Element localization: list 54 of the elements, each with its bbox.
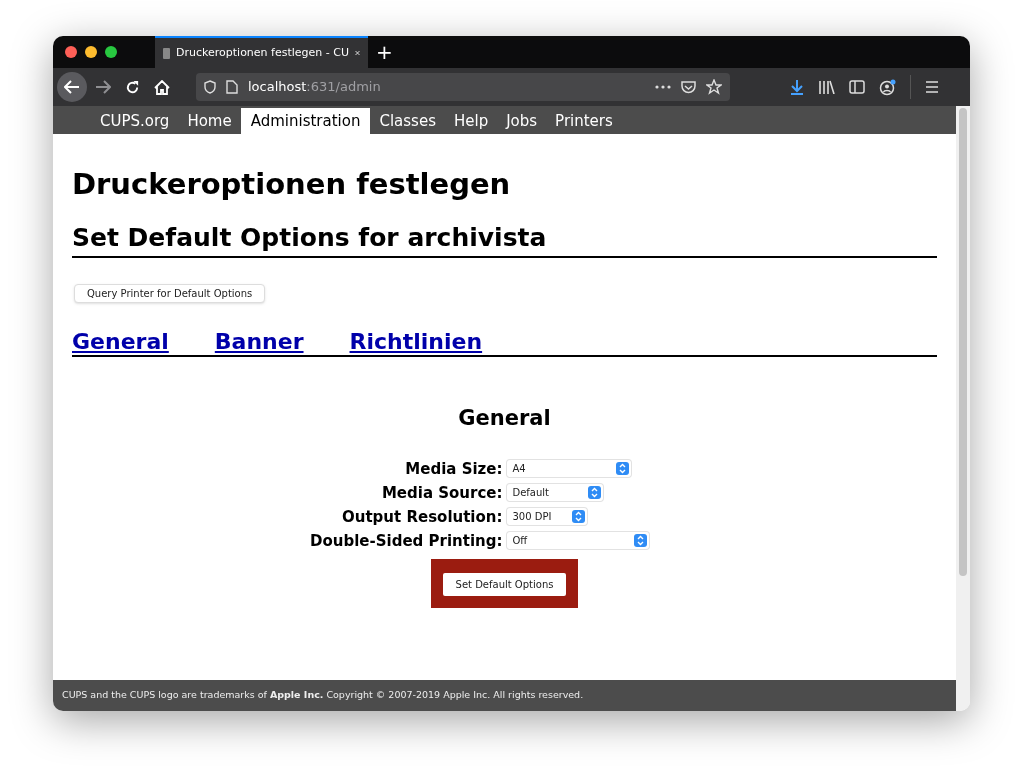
reload-icon[interactable] — [125, 79, 140, 95]
scrollbar[interactable] — [956, 106, 970, 711]
download-icon[interactable] — [790, 79, 804, 95]
option-label: Media Size: — [404, 458, 503, 480]
select-dropdown[interactable]: A4 — [506, 460, 631, 477]
close-icon[interactable] — [355, 48, 360, 58]
option-label: Double-Sided Printing: — [309, 530, 503, 552]
browser-tab[interactable]: Druckeroptionen festlegen - CU — [155, 36, 368, 68]
page-icon — [226, 80, 238, 94]
address-bar[interactable]: localhost:631/admin — [196, 73, 730, 101]
favicon-icon — [163, 47, 170, 59]
footer-text: CUPS and the CUPS logo are trademarks of Apple Inc. Copyright © 2007-2019 Apple Inc. All rights reserved. — [62, 688, 584, 703]
star-icon[interactable] — [706, 79, 722, 95]
stepper-icon — [587, 486, 601, 499]
option-label: Media Source: — [380, 482, 503, 504]
account-icon[interactable] — [879, 78, 896, 96]
section-tab-link[interactable]: Richtlinien — [349, 327, 483, 355]
set-default-options-button[interactable]: Set Default Options — [442, 572, 567, 596]
tab-title: Druckeroptionen festlegen - CU — [176, 44, 349, 61]
stepper-icon — [571, 510, 585, 523]
home-icon[interactable] — [154, 79, 170, 95]
page-subtitle: Set Default Options for archivista — [72, 222, 937, 258]
nav-link[interactable]: Jobs — [497, 108, 547, 134]
select-dropdown[interactable]: Off — [506, 532, 649, 549]
nav-link[interactable]: Help — [444, 108, 498, 134]
forward-icon[interactable] — [95, 80, 111, 94]
back-button[interactable] — [57, 72, 87, 102]
library-icon[interactable] — [818, 80, 835, 94]
nav-link[interactable]: Printers — [546, 108, 622, 134]
zoom-window-icon[interactable] — [105, 46, 117, 58]
option-label: Output Resolution: — [341, 506, 503, 528]
nav-link[interactable]: Home — [178, 108, 241, 134]
section-tab-link[interactable]: General — [72, 327, 169, 355]
select-dropdown[interactable]: 300 DPI — [506, 508, 587, 525]
nav-link[interactable]: Administration — [240, 108, 371, 134]
menu-icon[interactable] — [925, 81, 939, 93]
url-text: localhost:631/admin — [248, 78, 382, 97]
pocket-icon[interactable] — [681, 80, 696, 94]
section-heading: General — [457, 405, 552, 432]
back-icon — [64, 80, 80, 94]
stepper-icon — [615, 462, 629, 475]
select-dropdown[interactable]: Default — [506, 484, 603, 501]
close-window-icon[interactable] — [65, 46, 77, 58]
new-tab-button[interactable]: + — [376, 42, 393, 62]
query-printer-button[interactable]: Query Printer for Default Options — [74, 283, 266, 303]
nav-link[interactable]: CUPS.org — [91, 108, 179, 134]
nav-link[interactable]: Classes — [370, 108, 445, 134]
stepper-icon — [633, 534, 647, 547]
shield-icon — [204, 80, 216, 94]
page-title: Druckeroptionen festlegen — [72, 166, 512, 203]
sidebar-icon[interactable] — [849, 80, 865, 94]
section-tab-link[interactable]: Banner — [214, 327, 304, 355]
minimize-window-icon[interactable] — [85, 46, 97, 58]
more-icon[interactable] — [655, 85, 671, 89]
